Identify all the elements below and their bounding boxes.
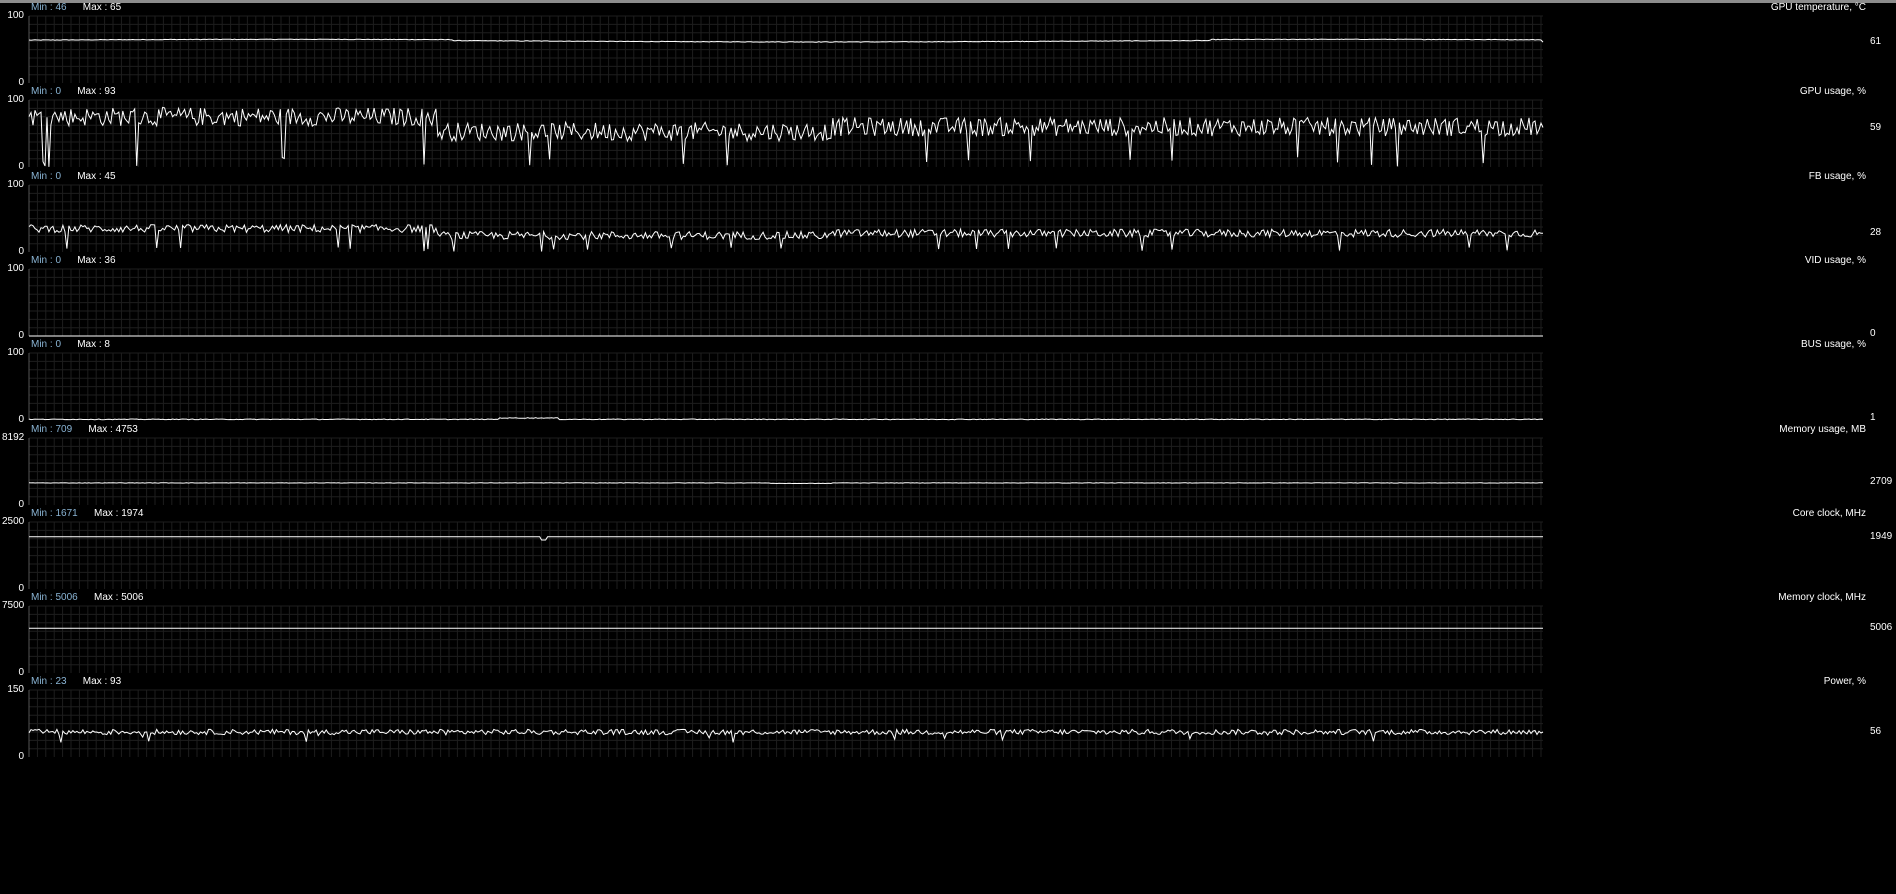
current-value-label: 56 (1870, 726, 1882, 738)
graph-title: FB usage, % (1808, 170, 1866, 182)
y-tick-max-label: 100 (7, 10, 24, 21)
graph-grid (28, 521, 1543, 589)
graph-canvas (28, 268, 1543, 337)
graph-title: Power, % (1823, 676, 1866, 688)
max-value-label: Max : 93 (82, 676, 122, 688)
graph-panel: 100 0 Min : 0 Max : 8 BUS usage, % 1 (0, 339, 1896, 425)
min-value-label: Min : 23 (31, 676, 67, 688)
min-value-label: Min : 46 (31, 2, 67, 13)
graph-grid (28, 689, 1543, 758)
min-value-label: Min : 0 (31, 254, 62, 266)
max-value-label: Max : 36 (77, 254, 116, 266)
y-tick-min-label: 0 (18, 751, 24, 763)
min-value-label: Min : 1671 (31, 507, 78, 519)
min-value-label: Min : 0 (31, 86, 62, 98)
current-value-label: 1 (1870, 412, 1876, 424)
graph-canvas (28, 689, 1544, 758)
graph-title: VID usage, % (1804, 254, 1866, 266)
max-value-label: Max : 8 (77, 339, 110, 351)
min-value-label: Min : 709 (31, 423, 73, 435)
y-tick-max-label: 8192 (2, 431, 25, 443)
graph-canvas (28, 437, 1543, 505)
graph-title: GPU usage, % (1799, 86, 1866, 98)
max-value-label: Max : 5006 (94, 592, 144, 604)
graph-panel: 2500 0 Min : 1671 Max : 1974 Core clock, MHz… (0, 507, 1896, 594)
max-value-label: Max : 4753 (88, 423, 138, 435)
graph-canvas (28, 521, 1543, 589)
y-tick-max-label: 2500 (2, 515, 25, 527)
y-tick-max-label: 150 (7, 684, 24, 696)
graph-panel: 100 0 Min : 0 Max : 93 GPU usage, % 59 (0, 86, 1896, 172)
y-tick-max-label: 100 (7, 262, 24, 274)
max-value-label: Max : 93 (77, 86, 116, 98)
graph-panel: 100 0 Min : 0 Max : 36 VID usage, % 0 (0, 254, 1896, 341)
graph-canvas (28, 605, 1543, 674)
graph-grid (28, 605, 1543, 674)
graph-canvas (28, 352, 1544, 421)
y-tick-max-label: 100 (7, 347, 24, 359)
max-value-label: Max : 1974 (94, 507, 144, 519)
graph-title: Core clock, MHz (1792, 507, 1866, 519)
current-value-label: 2709 (1870, 476, 1893, 488)
y-tick-max-label: 100 (7, 178, 24, 190)
graph-panel: 100 0 Min : 46 Max : 65 GPU temperature, °C 6… (0, 2, 1896, 88)
graph-panel: 7500 0 Min : 5006 Max : 5006 Memory clock, M… (0, 592, 1896, 678)
graph-panel: 150 0 Min : 23 Max : 93 Power, % 56 (0, 676, 1896, 763)
graph-title: GPU temperature, °C (1770, 2, 1866, 13)
graph-canvas (28, 184, 1543, 252)
max-value-label: Max : 65 (82, 2, 122, 13)
graph-title: BUS usage, % (1800, 339, 1866, 351)
current-value-label: 28 (1870, 226, 1882, 238)
current-value-label: 0 (1870, 328, 1876, 340)
graph-canvas (28, 99, 1544, 168)
graph-title: Memory clock, MHz (1778, 592, 1866, 604)
series-line (28, 481, 1543, 484)
graph-title: Memory usage, MB (1779, 423, 1866, 435)
current-value-label: 59 (1870, 121, 1882, 133)
min-value-label: Min : 5006 (31, 592, 78, 604)
current-value-label: 5006 (1870, 622, 1893, 634)
graph-panel: 8192 0 Min : 709 Max : 4753 Memory usage, MB… (0, 423, 1896, 510)
max-value-label: Max : 45 (77, 170, 116, 182)
current-value-label: 61 (1870, 36, 1882, 48)
graph-grid (28, 437, 1543, 505)
graph-grid (28, 15, 1543, 83)
min-value-label: Min : 0 (31, 339, 62, 351)
y-tick-max-label: 100 (7, 94, 24, 106)
y-tick-max-label: 7500 (2, 600, 25, 612)
graph-canvas (28, 15, 1544, 83)
current-value-label: 1949 (1870, 530, 1893, 542)
min-value-label: Min : 0 (31, 170, 62, 182)
graph-panel: 100 0 Min : 0 Max : 45 FB usage, % 28 (0, 170, 1896, 257)
graph-grid (28, 352, 1543, 421)
graph-grid (28, 99, 1543, 168)
graph-grid (28, 268, 1543, 336)
graph-grid (28, 184, 1543, 252)
